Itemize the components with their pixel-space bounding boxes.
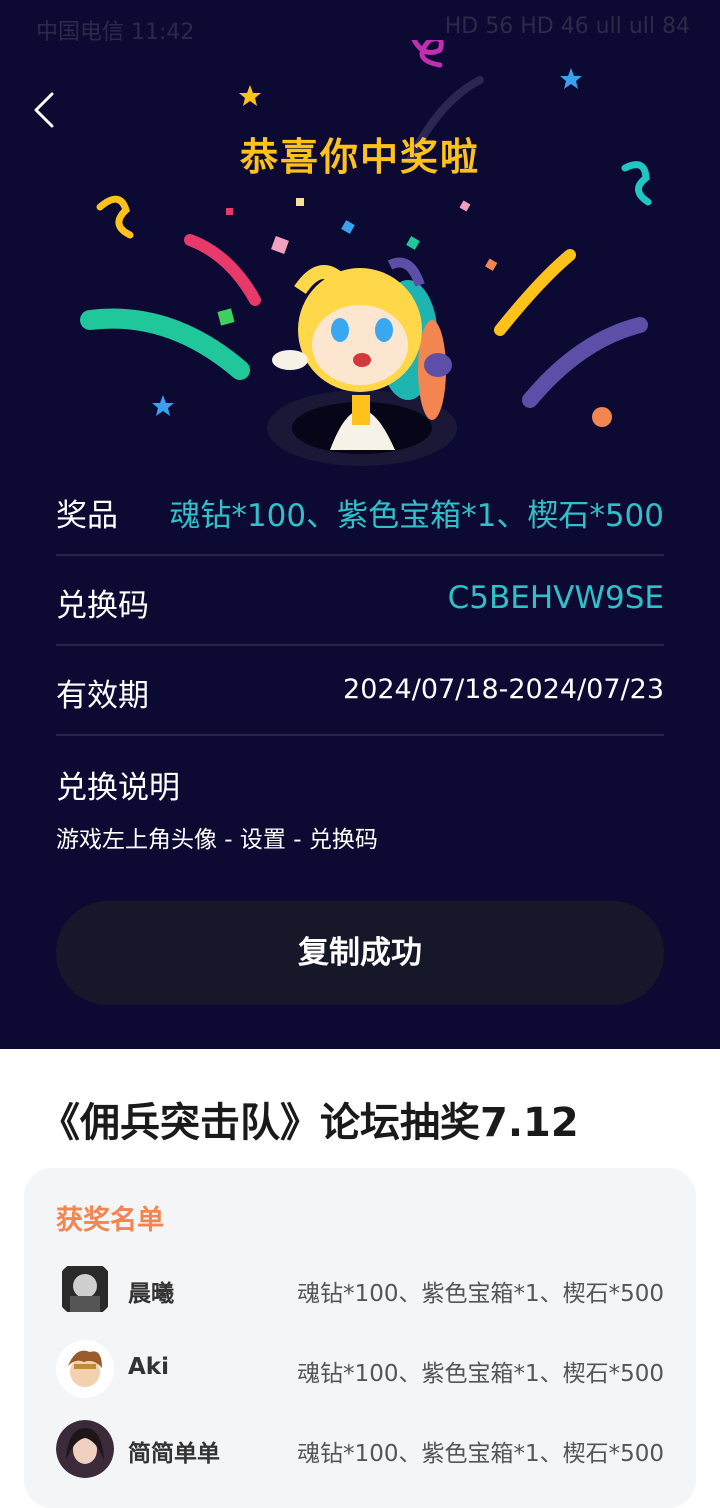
winner-row: Aki 魂钻*100、紫色宝箱*1、楔石*500 — [56, 1340, 664, 1400]
validity-label: 有效期 — [56, 678, 149, 714]
event-title: 《佣兵突击队》论坛抽奖7.12 — [40, 1100, 579, 1146]
prize-result-panel: 中国电信 11:42 HD 56 HD 46 ull ull 84 恭喜你中奖啦… — [0, 0, 720, 1049]
winner-prize: 魂钻*100、紫色宝箱*1、楔石*500 — [297, 1361, 664, 1387]
page-title: 恭喜你中奖啦 — [239, 135, 480, 179]
instructions-text: 游戏左上角头像 - 设置 - 兑换码 — [56, 827, 378, 853]
prize-value: 魂钻*100、紫色宝箱*1、楔石*500 — [169, 498, 664, 534]
redeem-code-value[interactable]: C5BEHVW9SE — [448, 580, 664, 616]
copy-button[interactable]: 复制成功 — [56, 901, 664, 1005]
winner-row: 晨曦 魂钻*100、紫色宝箱*1、楔石*500 — [56, 1260, 664, 1320]
avatar — [56, 1420, 114, 1478]
code-row: 兑换码 C5BEHVW9SE — [56, 554, 664, 646]
avatar — [56, 1340, 114, 1398]
winner-row: 简简单单 魂钻*100、紫色宝箱*1、楔石*500 — [56, 1420, 664, 1480]
winner-prize: 魂钻*100、紫色宝箱*1、楔石*500 — [297, 1441, 664, 1467]
winner-name: Aki — [128, 1354, 169, 1380]
instructions-label: 兑换说明 — [56, 770, 180, 806]
winner-prize: 魂钻*100、紫色宝箱*1、楔石*500 — [297, 1281, 664, 1307]
avatar — [56, 1260, 114, 1318]
code-label: 兑换码 — [56, 588, 149, 624]
celebration-illustration — [80, 40, 652, 466]
prize-label: 奖品 — [56, 498, 118, 534]
winners-title: 获奖名单 — [56, 1205, 164, 1236]
prize-row: 奖品 魂钻*100、紫色宝箱*1、楔石*500 — [56, 464, 664, 556]
winner-name: 晨曦 — [128, 1281, 174, 1307]
validity-row: 有效期 2024/07/18-2024/07/23 — [56, 644, 664, 736]
winner-name: 简简单单 — [128, 1441, 220, 1467]
winners-card: 获奖名单 晨曦 魂钻*100、紫色宝箱*1、楔石*500 Aki 魂钻*100、… — [24, 1168, 696, 1508]
validity-value: 2024/07/18-2024/07/23 — [343, 674, 664, 705]
status-indicators: HD 56 HD 46 ull ull 84 — [444, 14, 690, 39]
